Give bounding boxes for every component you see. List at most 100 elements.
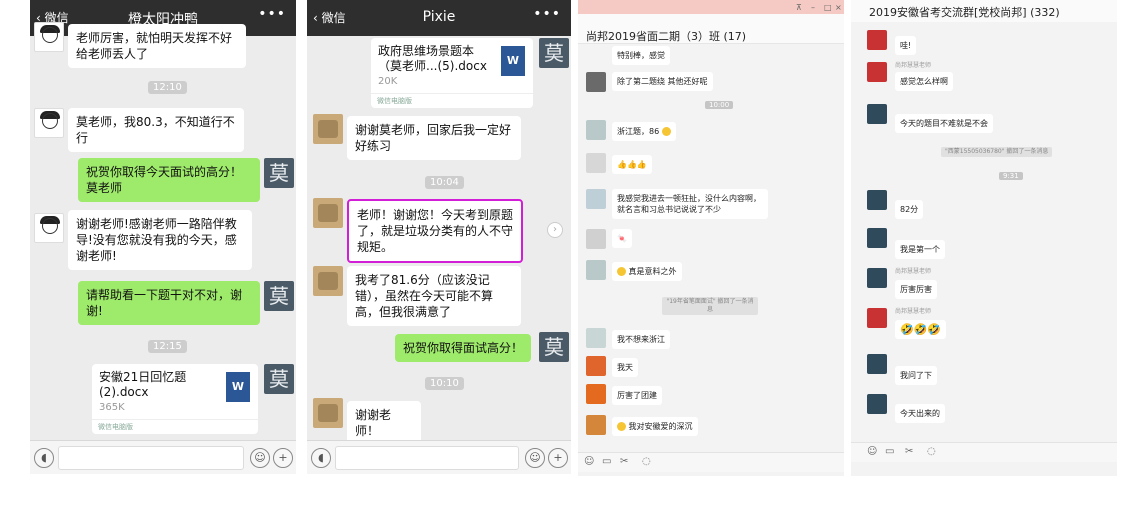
message-bubble: 老师厉害，就怕明天发挥不好给老师丢人了 [68,24,246,68]
chat-bubble-icon[interactable]: ◌ [927,446,936,457]
pin-icon[interactable]: ⊼ [796,3,802,12]
more-icon[interactable]: ••• [258,6,286,22]
message-bubble: 我是第一个 [895,240,945,259]
avatar-student-blurred[interactable] [313,398,343,428]
folder-icon[interactable]: ▭ [885,446,894,457]
message-input[interactable] [58,446,244,470]
avatar-teacher[interactable]: 莫 [264,364,294,394]
input-bar: ◖ ☺ + [30,440,296,474]
avatar-teacher[interactable]: 莫 [264,158,294,188]
avatar[interactable] [586,328,606,348]
message-bubble: 我感觉我进去一顿狂扯，没什么内容啊，就名言和习总书记说说了不少 [612,189,768,219]
avatar-teacher[interactable]: 莫 [539,332,569,362]
timestamp: 12:10 [148,81,187,94]
message-bubble: 浙江题，86 [612,122,676,141]
file-card[interactable]: 安徽21日回忆题(2).docx 365K W 微信电脑版 [92,364,258,434]
message-bubble-sent: 祝贺你取得今天面试的高分！莫老师 [78,158,260,202]
file-size: 20K [378,76,398,87]
avatar[interactable] [586,72,606,92]
avatar-student-blurred[interactable] [313,266,343,296]
avatar[interactable] [586,415,606,435]
avatar-student[interactable] [34,22,64,52]
avatar[interactable] [586,153,606,173]
avatar-student[interactable] [34,213,64,243]
group-title: 2019安徽省考交流群[党校尚邦] (332) [869,6,1060,19]
emoji-icon[interactable]: ☺ [867,446,877,457]
voice-icon[interactable]: ◖ [34,448,54,468]
message-bubble: 谢谢老师！ [347,401,421,445]
plus-icon[interactable]: + [548,448,568,468]
file-name: 政府思维场景题本（莫老师...(5).docx [378,44,487,73]
message-bubble: 厉害厉害 [895,280,937,299]
qq-exchange-group-panel: 2019安徽省考交流群[党校尚邦] (332) 哇! 尚邦慧慧老师 感觉怎么样啊… [851,0,1117,476]
message-bubble: 🤣🤣🤣 [895,320,947,339]
voice-icon[interactable]: ◖ [311,448,331,468]
group-title: 尚邦2019省面二期（3）班 (17) [586,30,747,43]
avatar[interactable] [586,384,606,404]
wechat-chat-panel-2: ‹ 微信 Pixie ••• 政府思维场景题本（莫老师...(5).docx 2… [307,0,571,474]
avatar-student-blurred[interactable] [313,114,343,144]
avatar[interactable] [586,189,606,209]
message-bubble: 🍬 [612,229,632,248]
avatar[interactable] [867,104,887,124]
avatar[interactable] [867,354,887,374]
avatar-red[interactable] [867,30,887,50]
scissors-icon[interactable]: ✂ [620,456,628,467]
message-input[interactable] [335,446,519,470]
chat-title: Pixie [422,9,456,25]
message-bubble: 我考了81.6分（应该没记错），虽然在今天可能不算高，但我很满意了 [347,266,521,326]
emoji-icon[interactable]: ☺ [584,456,594,467]
avatar[interactable] [586,260,606,280]
timestamp: 9:31 [999,172,1023,180]
maximize-icon[interactable]: □ [824,3,832,12]
message-bubble: 我天 [612,358,638,377]
avatar[interactable] [586,229,606,249]
scissors-icon[interactable]: ✂ [905,446,913,457]
sender-name: 尚邦慧慧老师 [895,268,932,275]
avatar[interactable] [867,394,887,414]
message-bubble: 真是意料之外 [612,262,682,281]
avatar-teacher[interactable]: 莫 [539,38,569,68]
avatar-red[interactable] [867,62,887,82]
message-bubble: 👍👍👍 [612,155,652,174]
emoji-icon[interactable]: ☺ [525,448,545,468]
chevron-right-icon[interactable]: › [547,222,563,238]
minimize-icon[interactable]: – [811,3,815,12]
system-notice: "西蒙15505036780" 撤回了一条消息 [941,147,1053,157]
plus-icon[interactable]: + [273,448,293,468]
close-icon[interactable]: × [835,3,842,12]
emoji-icon [617,267,626,276]
message-bubble: 谢谢老师!感谢老师一路陪伴教导!没有您就没有我的今天，感谢老师! [68,210,252,270]
word-file-icon: W [226,372,250,402]
emoji-icon[interactable]: ☺ [250,448,270,468]
message-bubble: 特别棒，感觉 [612,46,670,65]
avatar[interactable] [586,120,606,140]
sender-name: 尚邦慧慧老师 [895,308,932,315]
timestamp: 12:15 [148,340,187,353]
file-source: 微信电脑版 [371,93,533,108]
avatar[interactable] [867,228,887,248]
message-bubble: 哇! [895,36,917,55]
message-bubble: 除了第二题绕 其他还好呢 [612,72,713,91]
avatar[interactable] [586,356,606,376]
input-bar: ◖ ☺ + [307,440,571,474]
file-name: 安徽21日回忆题(2).docx [99,370,187,399]
avatar[interactable] [867,190,887,210]
message-text: 真是意料之外 [628,267,677,276]
message-text: 我对安徽爱的深沉 [628,422,693,431]
avatar[interactable] [867,268,887,288]
file-card[interactable]: 政府思维场景题本（莫老师...(5).docx 20K W 微信电脑版 [371,38,533,108]
message-bubble: 今天出来的 [895,404,945,423]
chat-header: ‹ 微信 Pixie ••• [307,0,571,36]
chat-bubble-icon[interactable]: ◌ [642,456,651,467]
more-icon[interactable]: ••• [533,6,561,22]
system-notice: "19年省笔面面试" 撤回了一条消息 [662,297,758,315]
avatar-student[interactable] [34,108,64,138]
window-top-strip: ⊼ – □ × [578,0,844,14]
avatar-red[interactable] [867,308,887,328]
avatar-student-blurred[interactable] [313,198,343,228]
timestamp: 10:10 [425,377,464,390]
avatar-teacher[interactable]: 莫 [264,281,294,311]
folder-icon[interactable]: ▭ [602,456,611,467]
chat-header: 2019安徽省考交流群[党校尚邦] (332) [851,0,1117,22]
